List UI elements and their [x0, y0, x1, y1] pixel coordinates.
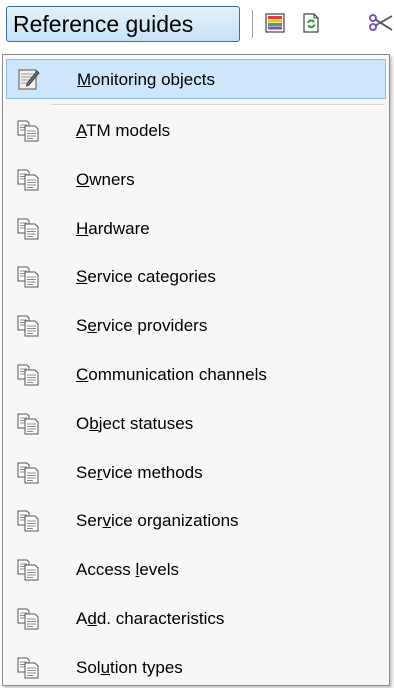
documents-icon: [16, 314, 40, 338]
menu-item[interactable]: Owners: [6, 160, 386, 200]
menu-item-label: Service methods: [76, 462, 203, 482]
accelerator-key: e: [87, 316, 97, 336]
menu-items: Monitoring objects ATM models Owners Hardwa…: [3, 55, 389, 685]
documents-icon: [16, 412, 40, 436]
documents-icon: [16, 363, 40, 387]
menu-item-label: Solution types: [76, 657, 183, 677]
menu-item-label: Access levels: [76, 560, 179, 580]
menu-item[interactable]: ATM models: [6, 111, 386, 151]
menu-item[interactable]: Add. characteristics: [6, 599, 386, 639]
reference-guides-button[interactable]: Reference guides: [6, 6, 240, 42]
documents-icon: [16, 461, 40, 485]
menu-item[interactable]: Service methods: [6, 453, 386, 493]
menu-item-label: Hardware: [76, 218, 150, 238]
menu-item-label: Object statuses: [76, 413, 194, 433]
accelerator-key: C: [76, 365, 89, 384]
menu-item[interactable]: Hardware: [6, 209, 386, 249]
menu-item[interactable]: Service categories: [6, 257, 386, 297]
menu-item[interactable]: Solution types: [6, 648, 386, 688]
menu-item-label: Communication channels: [76, 365, 267, 384]
accelerator-key: O: [76, 169, 90, 189]
documents-icon: [16, 168, 40, 192]
menu-item-label: ATM models: [76, 121, 171, 140]
accelerator-key: u: [100, 657, 111, 677]
accelerator-key: b: [89, 413, 99, 433]
accelerator-key: A: [76, 121, 87, 140]
menu-item[interactable]: Service providers: [6, 306, 386, 346]
accelerator-key: d: [87, 609, 97, 628]
accelerator-key: H: [76, 218, 89, 238]
accelerator-key: S: [76, 267, 88, 287]
color-bars-icon[interactable]: [264, 12, 286, 34]
accelerator-key: M: [77, 70, 92, 89]
toolbar: Reference guides: [0, 0, 394, 48]
documents-icon: [16, 656, 40, 680]
documents-icon: [16, 217, 40, 241]
menu-item[interactable]: Service organizations: [6, 501, 386, 541]
toolbar-separator: [252, 10, 256, 38]
menu-item-label: Add. characteristics: [76, 609, 225, 628]
menu-item-label: Service providers: [76, 316, 208, 336]
documents-icon: [16, 265, 40, 289]
menu-item[interactable]: Communication channels: [6, 355, 386, 395]
accelerator-key: v: [102, 511, 111, 531]
menu-item-label: Service categories: [76, 267, 216, 287]
documents-icon: [16, 607, 40, 631]
documents-icon: [16, 509, 40, 533]
monitoring-object-icon: [17, 68, 41, 92]
refresh-document-icon[interactable]: [300, 12, 322, 34]
menu-item-label: Owners: [76, 169, 135, 189]
menu-item-label: Monitoring objects: [77, 70, 215, 89]
menu-item[interactable]: Monitoring objects: [6, 59, 386, 99]
menu-separator: [51, 104, 385, 106]
menu-item[interactable]: Access levels: [6, 550, 386, 590]
menu-item-label: Service organizations: [76, 511, 239, 531]
reference-guides-menu: Monitoring objects ATM models Owners Hardwa…: [2, 54, 390, 686]
documents-icon: [16, 119, 40, 143]
documents-icon: [16, 558, 40, 582]
scissors-icon[interactable]: [364, 12, 394, 34]
menu-item[interactable]: Object statuses: [6, 404, 386, 444]
